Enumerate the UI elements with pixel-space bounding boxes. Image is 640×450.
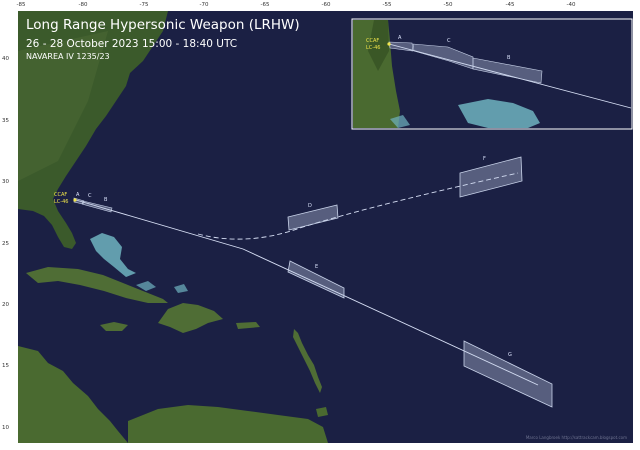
south-america-land xyxy=(128,405,328,443)
inset-zone-label-a: A xyxy=(398,35,402,41)
zone-label-d: D xyxy=(308,203,312,209)
map-area[interactable]: A B C D E F G CCAF LC-46 A C B CCAF LC-4… xyxy=(18,11,633,443)
y-tick: 25 xyxy=(2,241,9,247)
zone-polygon-g xyxy=(463,340,553,408)
zone-label-c: C xyxy=(88,193,92,199)
y-tick: 20 xyxy=(2,302,9,308)
x-tick: -65 xyxy=(260,2,270,8)
inset-zone-label-c: C xyxy=(447,38,451,44)
inset-launch-site-label-line2: LC-46 xyxy=(366,45,380,51)
x-tick: -50 xyxy=(443,2,453,8)
x-tick: -60 xyxy=(321,2,331,8)
map-title: Long Range Hypersonic Weapon (LRHW) xyxy=(26,17,300,33)
bahamas-banks xyxy=(90,233,136,277)
launch-site-label-line1: CCAF xyxy=(54,192,67,198)
y-tick: 10 xyxy=(2,425,9,431)
y-tick: 30 xyxy=(2,179,9,185)
zone-polygon-f xyxy=(459,156,523,198)
central-america-land xyxy=(18,346,128,443)
x-tick: -55 xyxy=(382,2,392,8)
zone-label-a: A xyxy=(76,192,80,198)
zone-label-b: B xyxy=(104,197,108,203)
y-tick: 15 xyxy=(2,363,9,369)
navarea-notice: NAVAREA IV 1235/23 xyxy=(26,52,110,61)
x-tick: -85 xyxy=(16,2,26,8)
zone-label-f: F xyxy=(483,156,486,162)
x-tick: -40 xyxy=(566,2,576,8)
inset-launch-site-marker xyxy=(387,42,391,46)
zone-polygon-d xyxy=(287,204,339,231)
x-tick: -80 xyxy=(78,2,88,8)
zone-polygon-b xyxy=(81,200,113,213)
inset-zone-label-b: B xyxy=(507,55,511,61)
map-subtitle: 26 - 28 October 2023 15:00 - 18:40 UTC xyxy=(26,38,238,50)
puerto-rico-land xyxy=(236,322,260,329)
launch-site-label-line2: LC-46 xyxy=(54,199,68,205)
y-tick: 40 xyxy=(2,56,9,62)
hispaniola-land xyxy=(158,303,223,333)
jamaica-land xyxy=(100,322,128,331)
zone-label-e: E xyxy=(315,264,318,270)
lesser-antilles xyxy=(293,329,322,393)
launch-site-marker xyxy=(73,198,77,202)
credit-text: Marco Langbroek http://sattrackcam.blogs… xyxy=(525,435,627,440)
y-tick: 35 xyxy=(2,118,9,124)
bahamas-banks-3 xyxy=(174,284,188,293)
inset-launch-site-label-line1: CCAF xyxy=(366,38,379,44)
inset-map: A C B CCAF LC-46 xyxy=(351,18,633,130)
trinidad-land xyxy=(316,407,328,417)
map-canvas: A B C D E F G CCAF LC-46 A C B CCAF LC-4… xyxy=(18,11,633,443)
zone-label-g: G xyxy=(508,352,512,358)
x-tick: -70 xyxy=(199,2,209,8)
x-tick: -45 xyxy=(505,2,515,8)
x-tick: -75 xyxy=(139,2,149,8)
